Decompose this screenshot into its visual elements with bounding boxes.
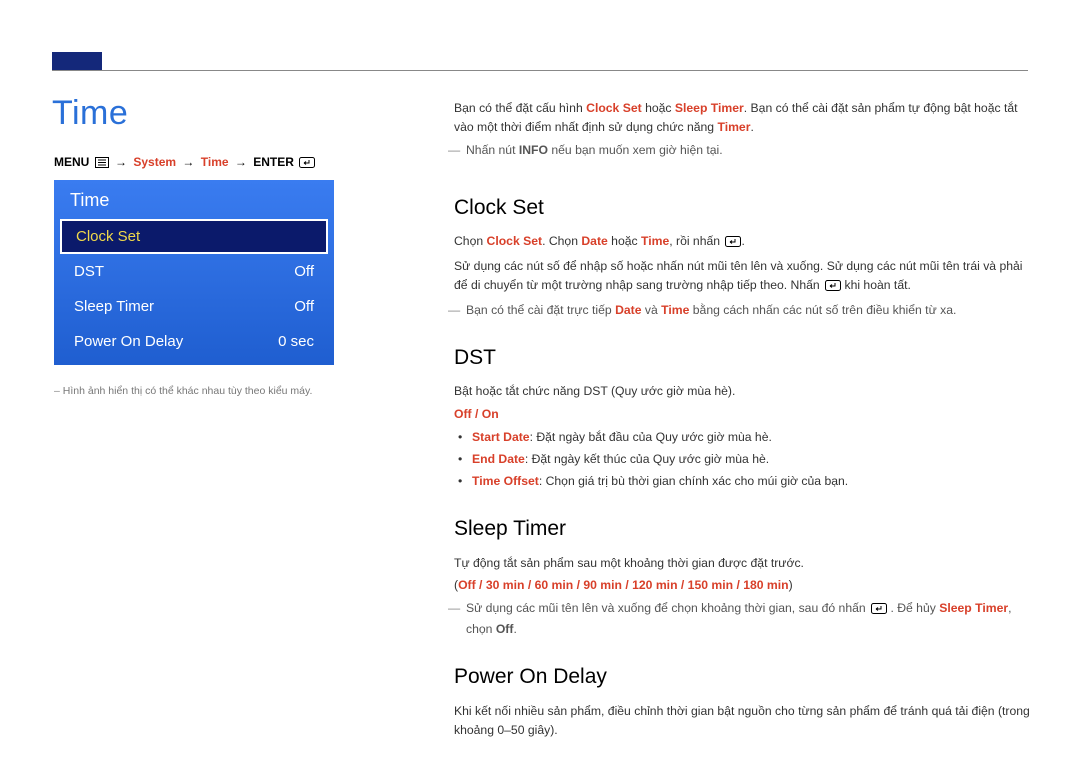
menu-item-power-on-delay[interactable]: Power On Delay 0 sec: [54, 324, 334, 359]
menu-item-label: Clock Set: [76, 228, 140, 245]
clock-set-p2: Sử dụng các nút số để nhập số hoặc nhấn …: [454, 257, 1030, 297]
enter-icon: [871, 601, 887, 620]
menu-item-label: Sleep Timer: [74, 298, 154, 315]
section-heading-power-on-delay: Power On Delay: [454, 661, 1030, 694]
section-heading-clock-set: Clock Set: [454, 192, 1030, 225]
breadcrumb-arrow: →: [179, 155, 197, 169]
breadcrumb-time: Time: [201, 155, 229, 169]
menu-item-value: 0 sec: [278, 333, 314, 350]
dst-description: Bật hoặc tắt chức năng DST (Quy ước giờ …: [454, 382, 1030, 401]
header-divider: [52, 70, 1028, 71]
intro-paragraph: Bạn có thể đặt cấu hình Clock Set hoặc S…: [454, 99, 1030, 137]
image-disclaimer: Hình ảnh hiển thị có thể khác nhau tùy t…: [54, 385, 312, 397]
breadcrumb-arrow: →: [112, 155, 130, 169]
breadcrumb-arrow: →: [232, 155, 250, 169]
menu-item-label: Power On Delay: [74, 333, 183, 350]
header-accent-block: [52, 52, 102, 70]
enter-icon: [299, 157, 315, 171]
time-menu-panel: Time Clock Set DST Off Sleep Timer Off P…: [54, 180, 334, 365]
list-item: Time Offset: Chọn giá trị bù thời gian c…: [472, 472, 1030, 491]
breadcrumb-menu: MENU: [54, 155, 89, 169]
menu-item-clock-set[interactable]: Clock Set: [60, 219, 328, 254]
panel-title: Time: [54, 180, 334, 219]
page-title: Time: [52, 94, 128, 133]
power-on-delay-description: Khi kết nối nhiều sản phẩm, điều chỉnh t…: [454, 702, 1030, 740]
sleep-timer-description: Tự động tắt sản phẩm sau một khoảng thời…: [454, 554, 1030, 573]
dst-bullet-list: Start Date: Đặt ngày bắt đầu của Quy ước…: [454, 428, 1030, 491]
breadcrumb-enter: ENTER: [253, 155, 294, 169]
menu-item-dst[interactable]: DST Off: [54, 254, 334, 289]
menu-item-sleep-timer[interactable]: Sleep Timer Off: [54, 289, 334, 324]
menu-item-value: Off: [294, 263, 314, 280]
clock-set-p1: Chọn Clock Set. Chọn Date hoặc Time, rồi…: [454, 232, 1030, 253]
list-item: Start Date: Đặt ngày bắt đầu của Quy ước…: [472, 428, 1030, 447]
menu-icon: [95, 157, 109, 171]
content-area: Bạn có thể đặt cấu hình Clock Set hoặc S…: [454, 99, 1030, 744]
intro-note: Nhấn nút INFO nếu bạn muốn xem giờ hiện …: [454, 141, 1030, 160]
dst-options: Off / On: [454, 405, 1030, 424]
enter-icon: [825, 278, 841, 297]
enter-icon: [725, 234, 741, 253]
breadcrumb: MENU → System → Time → ENTER: [54, 155, 315, 171]
sleep-timer-note: Sử dụng các mũi tên lên và xuống để chọn…: [454, 599, 1030, 639]
sleep-timer-options: (Off / 30 min / 60 min / 90 min / 120 mi…: [454, 576, 1030, 595]
menu-item-label: DST: [74, 263, 104, 280]
section-heading-dst: DST: [454, 342, 1030, 375]
breadcrumb-system: System: [133, 155, 176, 169]
clock-set-note: Bạn có thể cài đặt trực tiếp Date và Tim…: [454, 301, 1030, 320]
list-item: End Date: Đặt ngày kết thúc của Quy ước …: [472, 450, 1030, 469]
menu-item-value: Off: [294, 298, 314, 315]
section-heading-sleep-timer: Sleep Timer: [454, 513, 1030, 546]
